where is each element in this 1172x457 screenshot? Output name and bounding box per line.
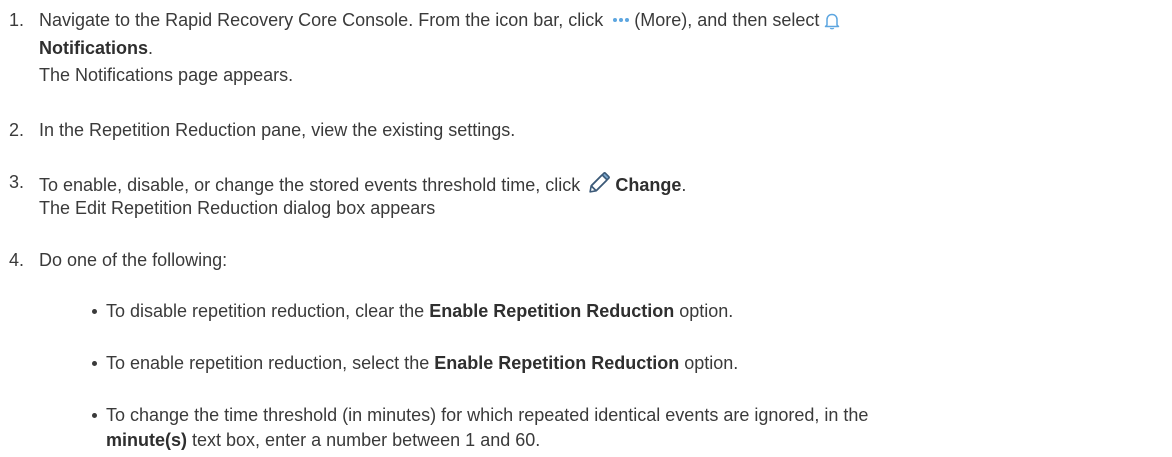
pencil-icon <box>589 172 611 193</box>
step-text: Do one of the following: <box>39 250 228 270</box>
option-name: Enable Repetition Reduction <box>429 301 675 321</box>
step-number: 2. <box>9 120 25 140</box>
step-result: The Edit Repetition Reduction dialog box… <box>39 198 436 218</box>
step-number: 4. <box>9 250 25 270</box>
change-label: Change <box>615 175 682 195</box>
step-number: 3. <box>9 172 25 192</box>
step-result: The Notifications page appears. <box>39 65 294 85</box>
bullet-dot <box>92 309 97 314</box>
step-text: Navigate to the Rapid Recovery Core Cons… <box>39 8 840 32</box>
more-dots-icon <box>612 14 630 28</box>
step-text: In the Repetition Reduction pane, view t… <box>39 120 516 140</box>
bell-icon <box>825 14 840 30</box>
step-text: To enable, disable, or change the stored… <box>39 170 686 197</box>
bullet-dot <box>92 413 97 418</box>
field-name: minute(s) <box>106 430 187 450</box>
step-number: 1. <box>9 10 25 30</box>
option-name: Enable Repetition Reduction <box>434 353 680 373</box>
bullet-dot <box>92 361 97 366</box>
notifications-label: Notifications <box>39 38 149 58</box>
